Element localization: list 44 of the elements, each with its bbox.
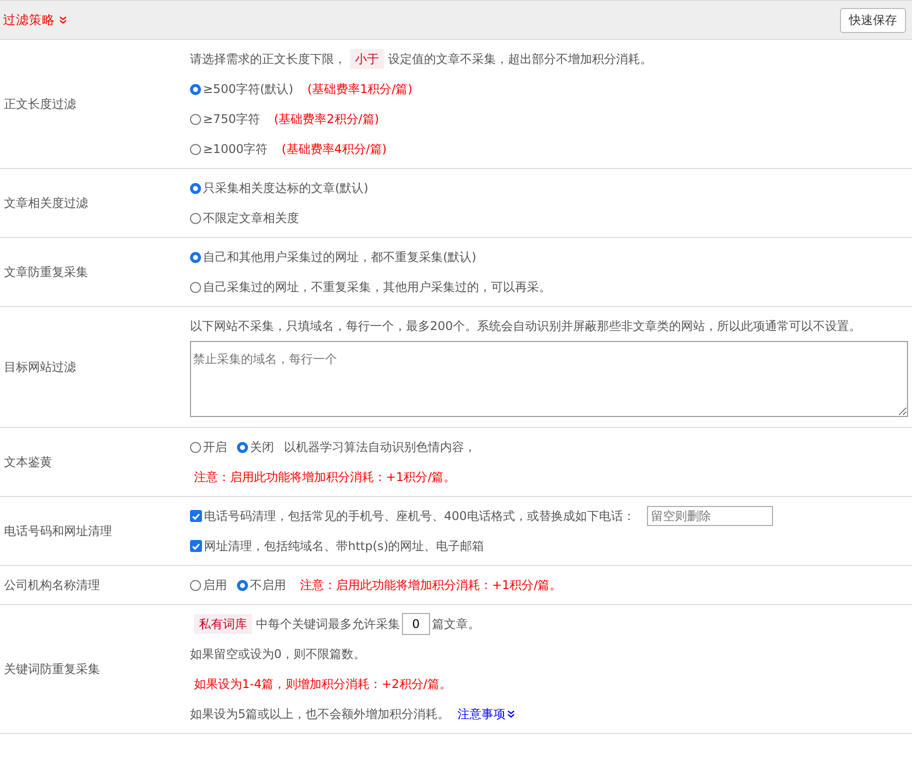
warning-text: (基础费率1积分/篇) [307,81,412,98]
radio-option[interactable]: ≥1000字符 [190,134,268,164]
description-text: 篇文章。 [432,616,480,633]
description-text: 设定值的文章不采集，超出部分不增加积分消耗。 [388,51,652,68]
phone-input-field[interactable]: 留空则删除 [646,506,773,526]
notes-link[interactable]: 注意事项 [458,699,515,729]
radio-option[interactable]: 自己采集过的网址，不重复采集，其他用户采集过的，可以再采。 [190,272,551,302]
row-label: 关键词防重复采集 [3,660,101,678]
count-input-field[interactable]: 0 [402,613,430,635]
double-caret-icon[interactable] [59,16,67,24]
row-label: 文章防重复采集 [3,264,89,280]
description-text: 如果留空或设为0，则不限篇数。 [190,646,366,663]
checkbox-option[interactable]: 网址清理，包括纯域名、带http(s)的网址、电子邮箱 [190,531,484,561]
description-text: 以下网站不采集，只填域名，每行一个，最多200个。系统会自动识别并屏蔽那些非文章类的网站，所以此项通常可以不设置。 [190,318,861,335]
radio-option[interactable]: 启用 [190,570,227,600]
description-text: 请选择需求的正文长度下限， [190,51,346,68]
radio-option[interactable]: 开启 [190,432,227,462]
warning-text: 注意：启用此功能将增加积分消耗：+1积分/篇。 [300,577,562,594]
domain-textarea[interactable]: 禁止采集的域名，每行一个 [190,341,908,417]
warning-text: 注意：启用此功能将增加积分消耗：+1积分/篇。 [194,469,456,486]
row-label: 目标网站过滤 [3,358,77,376]
radio-option[interactable]: 只采集相关度达标的文章(默认) [190,173,368,203]
row-label: 公司机构名称清理 [3,576,101,594]
radio-option[interactable]: ≥500字符(默认) [190,74,294,104]
radio-option[interactable]: 关闭 [237,432,274,462]
keyword-tag: 小于 [350,49,384,69]
description-text: 中每个关键词最多允许采集 [256,616,400,633]
warning-text: 如果设为1-4篇，则增加积分消耗：+2积分/篇。 [194,676,452,693]
checkbox-option[interactable]: 电话号码清理，包括常见的手机号、座机号、400电话格式，或替换成如下电话： [190,501,635,531]
warning-text: (基础费率4积分/篇) [282,141,387,158]
description-text: 如果设为5篇或以上，也不会额外增加积分消耗。 [190,706,450,723]
row-label: 正文长度过滤 [3,96,77,112]
quick-save-button[interactable]: 快速保存 [840,8,906,32]
row-label: 电话号码和网址清理 [3,522,113,540]
radio-option[interactable]: ≥750字符 [190,104,260,134]
row-label: 文本鉴黄 [3,454,53,470]
warning-text: (基础费率2积分/篇) [274,111,380,128]
radio-option[interactable]: 自己和其他用户采集过的网址，都不重复采集(默认) [190,242,476,272]
double-caret-icon [506,710,515,718]
description-text: 以机器学习算法自动识别色情内容， [284,439,476,456]
row-label: 文章相关度过滤 [3,194,89,212]
radio-option[interactable]: 不启用 [237,570,286,600]
radio-option[interactable]: 不限定文章相关度 [190,203,299,233]
keyword-tag: 私有词库 [194,614,252,634]
